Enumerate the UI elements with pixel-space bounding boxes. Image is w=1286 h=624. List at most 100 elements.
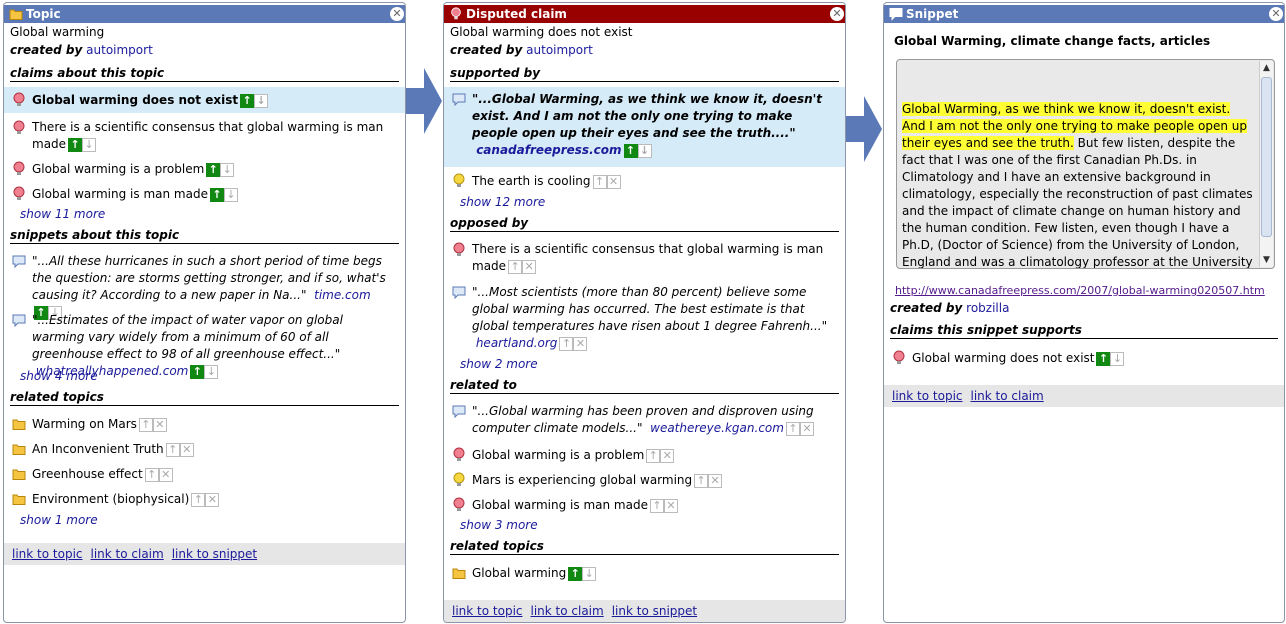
creator-link[interactable]: autoimport — [86, 43, 153, 57]
claim-text[interactable]: The earth is cooling — [472, 174, 591, 188]
claim-row[interactable]: There is a scientific consensus that glo… — [4, 117, 405, 153]
vote-down-button[interactable]: ↓ — [223, 187, 238, 202]
vote-remove-button[interactable]: ✕ — [179, 442, 194, 457]
vote-remove-button[interactable]: ✕ — [708, 473, 723, 488]
snippet-source-link[interactable]: weathereye.kgan.com — [650, 421, 784, 435]
claim-text[interactable]: Mars is experiencing global warming — [472, 473, 692, 487]
vote-remove-button[interactable]: ✕ — [660, 448, 675, 463]
snippet-row[interactable]: "...Global warming has been proven and d… — [444, 403, 845, 441]
vote-remove-button[interactable]: ✕ — [522, 259, 537, 274]
vote-up-button[interactable]: ↑ — [144, 467, 159, 482]
vote-up-button[interactable]: ↑ — [68, 137, 83, 152]
snippet-source-link[interactable]: heartland.org — [476, 336, 558, 350]
vote-remove-button[interactable]: ✕ — [663, 498, 678, 513]
snippet-source-link[interactable]: time.com — [314, 288, 371, 302]
vote-remove-button[interactable]: ✕ — [606, 174, 621, 189]
vote-up-button[interactable]: ↑ — [240, 93, 255, 108]
vote-up-button[interactable]: ↑ — [190, 364, 205, 379]
snippet-row[interactable]: "...Global Warming, as we think we know … — [444, 87, 845, 167]
vote-down-button[interactable]: ↓ — [582, 566, 597, 581]
creator-link[interactable]: robzilla — [966, 301, 1009, 315]
link-to-claim[interactable]: link to claim — [91, 547, 164, 561]
related-topic-label[interactable]: Global warming — [472, 566, 566, 580]
claim-text[interactable]: Global warming is man made — [472, 498, 648, 512]
vote-up-button[interactable]: ↑ — [623, 143, 638, 158]
creator-link[interactable]: autoimport — [526, 43, 593, 57]
vote-up-button[interactable]: ↑ — [508, 259, 523, 274]
claim-row[interactable]: Global warming is a problem ↑ ↓ — [4, 159, 405, 179]
related-topic-label[interactable]: An Inconvenient Truth — [32, 442, 164, 456]
vote-up-button[interactable]: ↑ — [646, 448, 661, 463]
vote-up-button[interactable]: ↑ — [592, 174, 607, 189]
close-icon[interactable]: ✕ — [830, 7, 844, 21]
claim-text[interactable]: Global warming is a problem — [32, 162, 204, 176]
link-to-topic[interactable]: link to topic — [452, 604, 523, 618]
close-icon[interactable]: ✕ — [1269, 7, 1283, 21]
show-more-opposed-link[interactable]: show 2 more — [460, 357, 538, 371]
claim-row[interactable]: Global warming is man made ↑ ↓ — [4, 184, 405, 204]
show-more-related-claims-link[interactable]: show 3 more — [460, 518, 538, 532]
claim-text[interactable]: Global warming is man made — [32, 187, 208, 201]
vote-remove-button[interactable]: ✕ — [799, 421, 814, 436]
claim-row[interactable]: Mars is experiencing global warming ↑ ✕ — [444, 470, 845, 490]
vote-down-button[interactable]: ↓ — [204, 364, 219, 379]
vote-up-button[interactable]: ↑ — [568, 566, 583, 581]
snippet-text-box[interactable]: Global Warming, as we think we know it, … — [896, 59, 1275, 269]
claim-tab-header[interactable]: Disputed claim ✕ — [444, 5, 845, 23]
link-to-snippet[interactable]: link to snippet — [612, 604, 697, 618]
vote-down-button[interactable]: ↓ — [254, 93, 269, 108]
topic-tab-header[interactable]: Topic ✕ — [4, 5, 405, 23]
related-topic-row[interactable]: Warming on Mars ↑ ✕ — [4, 415, 405, 435]
vote-up-button[interactable]: ↑ — [138, 417, 153, 432]
snippet-tab-header[interactable]: Snippet ✕ — [884, 5, 1284, 23]
vote-up-button[interactable]: ↑ — [1096, 351, 1111, 366]
scroll-up-icon[interactable]: ▲ — [1260, 61, 1273, 75]
related-topic-row[interactable]: Environment (biophysical) ↑ ✕ — [4, 490, 405, 510]
snippet-row[interactable]: "...All these hurricanes in such a short… — [4, 253, 405, 320]
claim-row[interactable]: Global warming does not exist ↑ ↓ — [4, 87, 405, 113]
link-to-topic[interactable]: link to topic — [12, 547, 83, 561]
source-url-link[interactable]: http://www.canadafreepress.com/2007/glob… — [895, 284, 1265, 297]
snippet-row[interactable]: "...Estimates of the impact of water vap… — [4, 312, 405, 379]
vote-up-button[interactable]: ↑ — [165, 442, 180, 457]
scroll-thumb[interactable] — [1261, 77, 1272, 237]
related-topic-row[interactable]: Global warming ↑ ↓ — [444, 564, 845, 584]
link-to-snippet[interactable]: link to snippet — [172, 547, 257, 561]
claim-row[interactable]: Global warming does not exist ↑ ↓ — [884, 348, 1284, 368]
vote-down-button[interactable]: ↓ — [220, 162, 235, 177]
vote-up-button[interactable]: ↑ — [191, 492, 206, 507]
related-topic-label[interactable]: Environment (biophysical) — [32, 492, 189, 506]
show-more-supported-link[interactable]: show 12 more — [460, 195, 545, 209]
show-more-snippets-link[interactable]: show 4 more — [20, 369, 98, 383]
vote-up-button[interactable]: ↑ — [206, 162, 221, 177]
claim-row[interactable]: Global warming is man made ↑ ✕ — [444, 495, 845, 515]
snippet-source-link[interactable]: canadafreepress.com — [476, 143, 621, 157]
claim-row[interactable]: There is a scientific consensus that glo… — [444, 239, 845, 277]
claim-text[interactable]: Global warming does not exist — [912, 351, 1094, 365]
link-to-claim[interactable]: link to claim — [971, 389, 1044, 403]
related-topic-label[interactable]: Greenhouse effect — [32, 467, 143, 481]
vote-remove-button[interactable]: ✕ — [152, 417, 167, 432]
show-more-claims-link[interactable]: show 11 more — [20, 207, 105, 221]
vote-up-button[interactable]: ↑ — [649, 498, 664, 513]
close-icon[interactable]: ✕ — [390, 7, 404, 21]
vote-up-button[interactable]: ↑ — [785, 421, 800, 436]
vote-remove-button[interactable]: ✕ — [158, 467, 173, 482]
scroll-down-icon[interactable]: ▼ — [1260, 253, 1273, 267]
show-more-related-link[interactable]: show 1 more — [20, 513, 98, 527]
vote-remove-button[interactable]: ✕ — [573, 336, 588, 351]
vote-down-button[interactable]: ↓ — [1110, 351, 1125, 366]
vote-up-button[interactable]: ↑ — [694, 473, 709, 488]
vote-up-button[interactable]: ↑ — [559, 336, 574, 351]
vertical-scrollbar[interactable]: ▲ ▼ — [1259, 61, 1273, 267]
claim-text[interactable]: Global warming is a problem — [472, 448, 644, 462]
claim-row[interactable]: The earth is cooling ↑ ✕ — [444, 171, 845, 191]
snippet-row[interactable]: "...Most scientists (more than 80 percen… — [444, 284, 845, 356]
vote-remove-button[interactable]: ✕ — [205, 492, 220, 507]
related-topic-label[interactable]: Warming on Mars — [32, 417, 137, 431]
related-topic-row[interactable]: Greenhouse effect ↑ ✕ — [4, 465, 405, 485]
claim-row[interactable]: Global warming is a problem ↑ ✕ — [444, 445, 845, 465]
claim-text[interactable]: Global warming does not exist — [32, 93, 238, 107]
vote-down-button[interactable]: ↓ — [637, 143, 652, 158]
link-to-topic[interactable]: link to topic — [892, 389, 963, 403]
